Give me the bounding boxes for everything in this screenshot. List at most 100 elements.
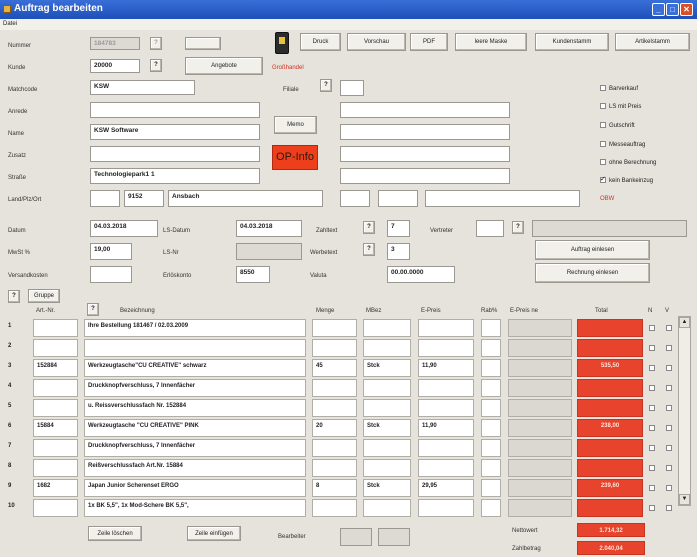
cell-art[interactable] [33, 439, 78, 457]
bearbeiter-field-1[interactable] [340, 528, 372, 546]
address2-anrede-field[interactable] [340, 102, 510, 118]
checkbox-barverkauf[interactable]: Barverkauf [600, 85, 638, 92]
cell-mbez[interactable]: Stck [363, 419, 411, 437]
cell-art[interactable]: 15884 [33, 419, 78, 437]
cell-menge[interactable] [312, 499, 357, 517]
bearbeiter-field-2[interactable] [378, 528, 410, 546]
address2-zusatz-field[interactable] [340, 146, 510, 162]
angebote-button[interactable]: Angebote [185, 57, 263, 75]
cell-epreis-ne[interactable] [508, 339, 572, 357]
cell-mbez[interactable]: Stck [363, 479, 411, 497]
cell-preis[interactable] [418, 459, 474, 477]
row-checkbox-n[interactable] [649, 325, 655, 331]
row-checkbox-n[interactable] [649, 465, 655, 471]
checkbox-gutschrift[interactable]: Gutschrift [600, 122, 635, 129]
cell-art[interactable] [33, 459, 78, 477]
cell-menge[interactable] [312, 399, 357, 417]
row-checkbox-v[interactable] [666, 445, 672, 451]
cell-rab[interactable] [481, 399, 501, 417]
werbetext-help-button[interactable]: ? [363, 243, 375, 256]
checkbox-box[interactable] [600, 85, 606, 91]
vertreter-name-field[interactable] [532, 220, 687, 237]
cell-mbez[interactable] [363, 499, 411, 517]
close-icon[interactable]: ✕ [680, 3, 693, 16]
cell-epreis-ne[interactable] [508, 459, 572, 477]
row-checkbox-v[interactable] [666, 365, 672, 371]
cell-preis[interactable] [418, 499, 474, 517]
cell-menge[interactable] [312, 339, 357, 357]
kundenstamm-button[interactable]: Kundenstamm [535, 33, 609, 51]
cell-bez[interactable]: Druckknopfverschluss, 7 Innenfächer [84, 379, 306, 397]
cell-menge[interactable] [312, 439, 357, 457]
zusatz-field[interactable] [90, 146, 260, 162]
cell-mbez[interactable] [363, 439, 411, 457]
cell-mbez[interactable] [363, 459, 411, 477]
nummer-help-button[interactable]: ? [150, 37, 162, 50]
cell-mbez[interactable] [363, 379, 411, 397]
cell-bez[interactable]: Ihre Bestellung 181467 / 02.03.2009 [84, 319, 306, 337]
cell-epreis-ne[interactable] [508, 419, 572, 437]
address2-plz-field[interactable] [378, 190, 418, 207]
address2-strasse-field[interactable] [340, 168, 510, 184]
cell-bez[interactable]: Reißverschlussfach Art.Nr. 15884 [84, 459, 306, 477]
cell-mbez[interactable] [363, 339, 411, 357]
checkbox-ohne-berechnung[interactable]: ohne Berechnung [600, 159, 656, 166]
address2-name-field[interactable] [340, 124, 510, 140]
plz-field[interactable]: 9152 [124, 190, 164, 207]
checkbox-messeauftrag[interactable]: Messeauftrag [600, 141, 645, 148]
cell-epreis-ne[interactable] [508, 499, 572, 517]
druck-button[interactable]: Druck [300, 33, 341, 51]
cell-rab[interactable] [481, 319, 501, 337]
row-checkbox-v[interactable] [666, 325, 672, 331]
checkbox-box[interactable] [600, 141, 606, 147]
cell-menge[interactable] [312, 379, 357, 397]
cell-preis[interactable] [418, 339, 474, 357]
row-checkbox-v[interactable] [666, 465, 672, 471]
datum-field[interactable]: 04.03.2018 [90, 220, 158, 237]
row-checkbox-v[interactable] [666, 485, 672, 491]
row-checkbox-v[interactable] [666, 345, 672, 351]
printer-device-icon[interactable] [275, 32, 289, 54]
gruppe-help-button[interactable]: ? [8, 290, 20, 303]
row-checkbox-n[interactable] [649, 385, 655, 391]
cell-rab[interactable] [481, 439, 501, 457]
cell-epreis-ne[interactable] [508, 359, 572, 377]
rechnung-einlesen-button[interactable]: Rechnung einlesen [535, 263, 650, 283]
ls-nr-field[interactable] [236, 243, 302, 260]
mwst-field[interactable]: 19,00 [90, 243, 132, 260]
checkbox-kein-bankeinzug[interactable]: kein Bankeinzug [600, 175, 653, 184]
artikelstamm-button[interactable]: Artikelstamm [615, 33, 690, 51]
cell-menge[interactable]: 45 [312, 359, 357, 377]
cell-art[interactable]: 152884 [33, 359, 78, 377]
cell-mbez[interactable]: Stck [363, 359, 411, 377]
scroll-up-icon[interactable]: ▲ [679, 317, 690, 328]
erloeskonto-field[interactable]: 8550 [236, 266, 270, 283]
cell-preis[interactable] [418, 439, 474, 457]
kunde-field[interactable]: 20000 [90, 59, 140, 73]
maximize-icon[interactable]: □ [666, 3, 679, 16]
gruppe-button[interactable]: Gruppe [28, 289, 60, 303]
zahltext-field[interactable]: 7 [387, 220, 410, 237]
filiale-field[interactable] [340, 80, 364, 96]
cell-bez[interactable]: u. Reissverschlussfach Nr. 152884 [84, 399, 306, 417]
cell-art[interactable] [33, 339, 78, 357]
cell-mbez[interactable] [363, 399, 411, 417]
row-checkbox-n[interactable] [649, 505, 655, 511]
filiale-help-button[interactable]: ? [320, 79, 332, 92]
cell-art[interactable] [33, 499, 78, 517]
grid-scrollbar[interactable]: ▲ ▼ [678, 316, 691, 506]
checkbox-box[interactable] [600, 175, 606, 183]
cell-art[interactable] [33, 319, 78, 337]
zeile-einfuegen-button[interactable]: Zeile einfügen [187, 526, 241, 541]
row-checkbox-v[interactable] [666, 425, 672, 431]
cell-menge[interactable] [312, 459, 357, 477]
cell-rab[interactable] [481, 339, 501, 357]
strasse-field[interactable]: Technologiepark1 1 [90, 168, 260, 184]
checkbox-ls-mit-preis[interactable]: LS mit Preis [600, 103, 641, 110]
cell-art[interactable] [33, 399, 78, 417]
auftrag-einlesen-button[interactable]: Auftrag einlesen [535, 240, 650, 260]
ort-field[interactable]: Ansbach [168, 190, 323, 207]
row-checkbox-n[interactable] [649, 425, 655, 431]
cell-rab[interactable] [481, 359, 501, 377]
cell-rab[interactable] [481, 419, 501, 437]
